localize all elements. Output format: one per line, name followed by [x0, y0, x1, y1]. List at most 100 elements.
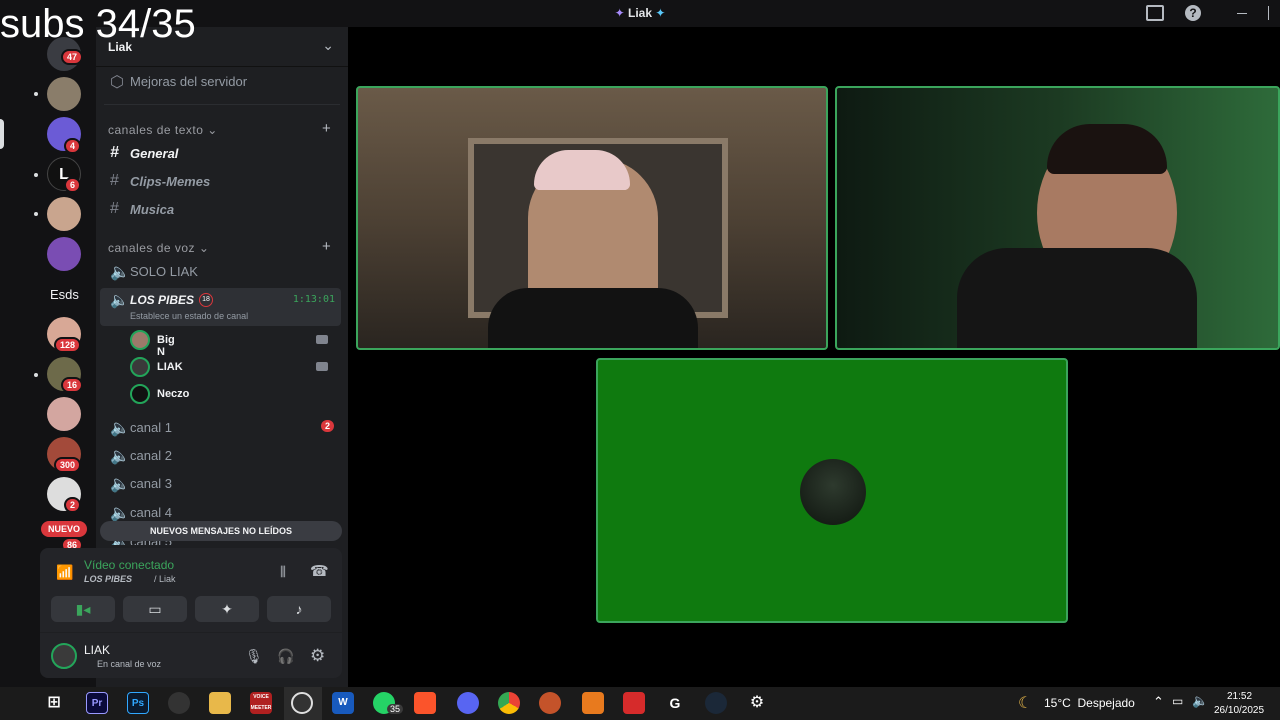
voice-channel-active[interactable]: 🔈 LOS PIBES 18 1:13:01 Establece un esta… [100, 288, 341, 326]
text-channels-header[interactable]: canales de texto ⌄ [108, 123, 218, 137]
server-icon[interactable] [47, 77, 81, 111]
activities-button[interactable]: ✦ [195, 596, 259, 622]
divider [40, 632, 342, 633]
voice-channel-solo[interactable]: 🔈 SOLO LIAK [104, 259, 340, 285]
divider [104, 104, 340, 105]
camera-icon [316, 362, 328, 371]
clock-date[interactable]: 26/10/2025 [1214, 705, 1264, 716]
avatar [130, 330, 150, 350]
unread-badge: 16 [61, 377, 84, 393]
app-logo-icon: ✦ [614, 6, 625, 20]
voice-channel[interactable]: 🔈 canal 1 2 [104, 415, 340, 441]
unread-badge: 47 [61, 49, 84, 65]
word-icon[interactable]: W [332, 692, 354, 714]
start-icon[interactable]: ⊞ [43, 692, 65, 714]
server-icon[interactable] [47, 397, 81, 431]
window-edge [1268, 6, 1280, 20]
help-icon[interactable]: ? [1185, 5, 1201, 21]
settings-icon[interactable]: ⚙ [746, 692, 768, 714]
signal-icon[interactable]: 📶 [56, 564, 73, 581]
unread-dot [34, 92, 38, 96]
speaker-icon: 🔈 [110, 420, 130, 437]
server-icon[interactable] [47, 197, 81, 231]
call-timer: 1:13:01 [292, 294, 335, 305]
channel-musica[interactable]: # Musica [104, 197, 340, 223]
camera-button[interactable]: ▮◂ [51, 596, 115, 622]
server-boost-link[interactable]: ⬡ Mejoras del servidor [104, 69, 340, 95]
age-badge: 18 [199, 293, 213, 307]
soundboard-button[interactable]: ♪ [267, 596, 331, 622]
app-icon[interactable] [168, 692, 190, 714]
screen-share-button[interactable]: ▭ [123, 596, 187, 622]
inbox-icon[interactable] [1146, 5, 1164, 21]
add-channel-icon[interactable]: + [322, 238, 331, 255]
voice-channel[interactable]: 🔈 canal 3 [104, 471, 340, 497]
channel-clips-memes[interactable]: # Clips-Memes [104, 169, 340, 195]
weather[interactable]: 15°C Despejado [1044, 696, 1135, 710]
overlay-text: subs 34/35 [0, 2, 196, 46]
logitech-icon[interactable]: G [664, 692, 686, 714]
avatar [130, 357, 150, 377]
video-tile[interactable] [596, 358, 1068, 623]
steam-icon[interactable] [705, 692, 727, 714]
premiere-icon[interactable]: Pr [86, 692, 108, 714]
noise-suppression-icon[interactable]: ⫼ [280, 564, 286, 580]
voicemeeter-icon[interactable]: VOICE MEETER [250, 692, 272, 714]
add-channel-icon[interactable]: + [322, 120, 331, 137]
unread-badge: 4 [64, 138, 82, 154]
server-icon[interactable] [47, 237, 81, 271]
app-icon[interactable] [539, 692, 561, 714]
minimize-button[interactable] [1237, 13, 1247, 14]
voice-panel: 📶 Vídeo conectado LOS PIBES / Liak ⫼ ☎ ▮… [40, 548, 342, 678]
unread-badge: 128 [54, 337, 82, 353]
chrome-icon[interactable] [498, 692, 520, 714]
tray-chevron-icon[interactable]: ⌃ [1153, 694, 1164, 710]
avatar [130, 384, 150, 404]
app-icon[interactable] [623, 692, 645, 714]
user-avatar[interactable] [51, 643, 77, 669]
person-shirt [488, 288, 698, 348]
voice-location[interactable]: LOS PIBES [84, 574, 132, 584]
voice-status[interactable]: Vídeo conectado [84, 558, 174, 572]
chevron-down-icon[interactable]: ⌄ [322, 37, 334, 54]
microphone-icon[interactable]: 🎙 [245, 648, 263, 665]
sparkle-icon: ✦ [655, 6, 666, 20]
whatsapp-badge: 35 [387, 704, 404, 714]
selected-pill [0, 119, 4, 149]
unread-badge: 2 [64, 497, 82, 513]
headphones-icon[interactable]: 🎧 [277, 648, 294, 665]
video-tile[interactable] [835, 86, 1280, 350]
voice-channels-header[interactable]: canales de voz ⌄ [108, 241, 209, 255]
disconnect-icon[interactable]: ☎ [310, 562, 329, 580]
voice-location-server: / Liak [154, 574, 176, 584]
network-icon[interactable]: ▭ [1172, 694, 1183, 708]
new-badge[interactable]: NUEVO [41, 521, 88, 537]
brave-icon[interactable] [414, 692, 436, 714]
channel-general[interactable]: # General [104, 141, 340, 167]
boost-icon: ⬡ [110, 74, 124, 91]
speaker-icon: 🔈 [110, 505, 130, 522]
unread-dot [34, 373, 38, 377]
user-name[interactable]: LIAK [84, 643, 110, 657]
taskbar: ⊞ Pr Ps VOICE MEETER W 35 G ⚙ ☾ 15°C Des… [0, 687, 1280, 720]
folder-label[interactable]: Esds [50, 287, 79, 302]
unread-badge: 6 [64, 177, 82, 193]
speaker-icon: 🔈 [110, 264, 130, 281]
moon-icon: ☾ [1018, 695, 1033, 712]
video-tile[interactable] [356, 86, 828, 350]
unread-banner[interactable]: NUEVOS MENSAJES NO LEÍDOS [100, 521, 342, 541]
volume-icon[interactable]: 🔈 [1192, 693, 1208, 709]
unread-badge: 300 [54, 457, 82, 473]
discord-icon[interactable] [457, 692, 479, 714]
voice-channel[interactable]: 🔈 canal 2 [104, 443, 340, 469]
speaker-icon: 🔈 [110, 448, 130, 465]
file-explorer-icon[interactable] [209, 692, 231, 714]
clock-time[interactable]: 21:52 [1227, 691, 1252, 702]
hash-icon: # [110, 200, 119, 217]
channel-status[interactable]: Establece un estado de canal [130, 311, 248, 321]
person-hair [1047, 124, 1167, 174]
person-shirt [957, 248, 1197, 348]
fl-studio-icon[interactable] [582, 692, 604, 714]
photoshop-icon[interactable]: Ps [127, 692, 149, 714]
settings-icon[interactable]: ⚙ [310, 646, 325, 666]
